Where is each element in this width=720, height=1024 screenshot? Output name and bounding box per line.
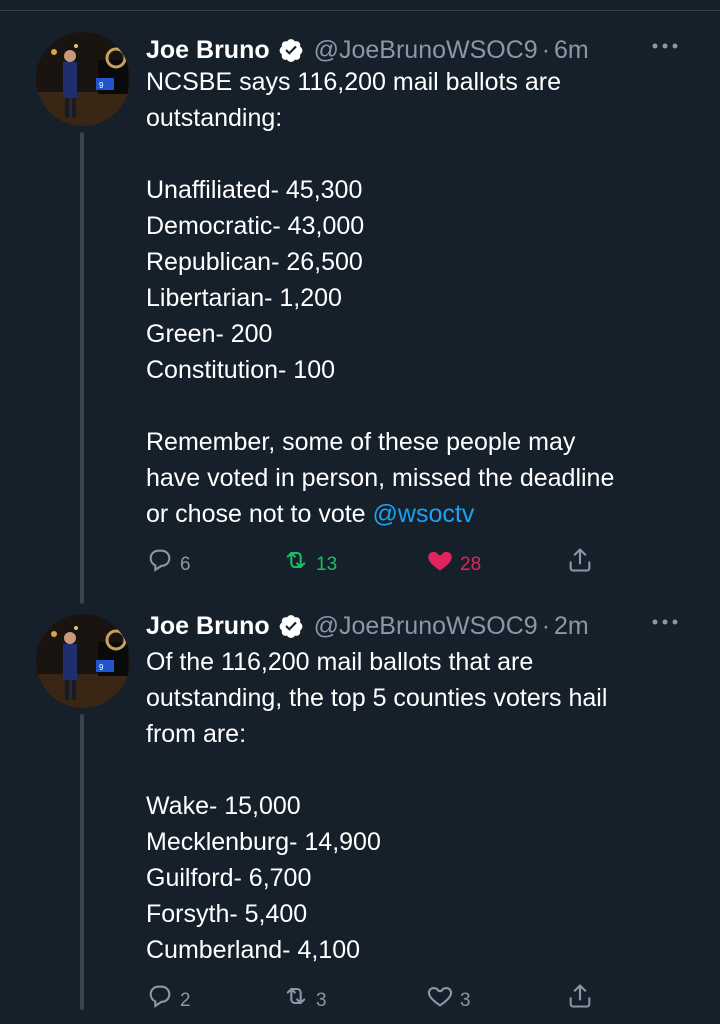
text-line: NCSBE says 116,200 mail ballots are [146, 68, 562, 96]
retweet-button[interactable]: 3 [282, 978, 327, 1014]
timestamp[interactable]: 6m [554, 36, 589, 65]
tweet-paragraph: Of the 116,200 mail ballots that are out… [146, 644, 706, 752]
text-line: Constitution- 100 [146, 356, 336, 384]
text-line: Republican- 26,500 [146, 248, 363, 276]
tweet-paragraph: Unaffiliated- 45,300 Democratic- 43,000 … [146, 172, 706, 388]
text-line: outstanding: [146, 104, 283, 132]
text-line: Guilford- 6,700 [146, 864, 312, 892]
text-line-with-mention: or chose not to vote @wsoctv [146, 496, 706, 532]
text-line: Forsyth- 5,400 [146, 900, 308, 928]
text-line: Green- 200 [146, 320, 273, 348]
share-button[interactable] [566, 542, 594, 578]
top-divider [0, 0, 720, 11]
tweet-header: Joe Bruno @JoeBrunoWSOC9 · 2m [146, 608, 589, 644]
text-line: from are: [146, 720, 247, 748]
author-name[interactable]: Joe Bruno [146, 36, 270, 65]
text-line: Democratic- 43,000 [146, 212, 365, 240]
mention-link[interactable]: @wsoctv [373, 500, 475, 528]
like-count: 28 [460, 554, 482, 575]
retweet-button[interactable]: 13 [282, 542, 337, 578]
separator: · [541, 35, 551, 64]
text-line: Libertarian- 1,200 [146, 284, 342, 312]
text-line: Cumberland- 4,100 [146, 936, 361, 964]
reply-icon [146, 546, 174, 574]
verified-badge-icon [278, 613, 304, 639]
text-line: outstanding, the top 5 counties voters h… [146, 684, 608, 712]
heart-icon [426, 982, 454, 1010]
svg-text:9: 9 [99, 81, 104, 90]
thread-connector [80, 132, 84, 604]
reply-button[interactable]: 2 [146, 978, 191, 1014]
like-count: 3 [460, 990, 471, 1011]
action-bar: 6 13 28 [146, 542, 606, 578]
text-segment: or chose not to vote [146, 500, 373, 528]
tweet-header: Joe Bruno @JoeBrunoWSOC9 · 6m [146, 32, 589, 68]
more-icon[interactable] [650, 612, 680, 632]
retweet-count: 13 [316, 554, 338, 575]
tweet-text: NCSBE says 116,200 mail ballots are outs… [146, 64, 706, 532]
share-icon [566, 982, 594, 1010]
verified-badge-icon [278, 37, 304, 63]
more-icon[interactable] [650, 36, 680, 56]
thread-connector [80, 714, 84, 1010]
text-line: have voted in person, missed the deadlin… [146, 464, 615, 492]
retweet-icon [282, 546, 310, 574]
author-name[interactable]: Joe Bruno [146, 612, 270, 641]
retweet-count: 3 [316, 990, 327, 1011]
like-button[interactable]: 28 [426, 542, 481, 578]
heart-icon [426, 546, 454, 574]
tweet-text: Of the 116,200 mail ballots that are out… [146, 644, 706, 968]
tweet-paragraph: Remember, some of these people may have … [146, 424, 706, 532]
timestamp[interactable]: 2m [554, 612, 589, 641]
reply-count: 2 [180, 990, 191, 1011]
text-line: Mecklenburg- 14,900 [146, 828, 381, 856]
reply-count: 6 [180, 554, 191, 575]
tweet[interactable]: 9 Joe Bruno @JoeBrunoWSOC9 · 2m Of the 1… [0, 604, 720, 1024]
svg-text:9: 9 [99, 663, 104, 672]
author-handle[interactable]: @JoeBrunoWSOC9 [314, 36, 538, 65]
retweet-icon [282, 982, 310, 1010]
like-button[interactable]: 3 [426, 978, 471, 1014]
reply-button[interactable]: 6 [146, 542, 191, 578]
share-icon [566, 546, 594, 574]
action-bar: 2 3 3 [146, 978, 606, 1014]
separator: · [541, 611, 551, 640]
text-line: Remember, some of these people may [146, 428, 576, 456]
share-button[interactable] [566, 978, 594, 1014]
avatar[interactable]: 9 [36, 614, 130, 708]
avatar[interactable]: 9 [36, 32, 130, 126]
text-line: Wake- 15,000 [146, 792, 301, 820]
tweet[interactable]: 9 Joe Bruno @JoeBrunoWSOC9 · 6m NCSBE sa… [0, 14, 720, 604]
tweet-paragraph: NCSBE says 116,200 mail ballots are outs… [146, 64, 706, 136]
reply-icon [146, 982, 174, 1010]
tweet-paragraph: Wake- 15,000 Mecklenburg- 14,900 Guilfor… [146, 788, 706, 968]
author-handle[interactable]: @JoeBrunoWSOC9 [314, 612, 538, 641]
text-line: Unaffiliated- 45,300 [146, 176, 363, 204]
text-line: Of the 116,200 mail ballots that are [146, 648, 534, 676]
